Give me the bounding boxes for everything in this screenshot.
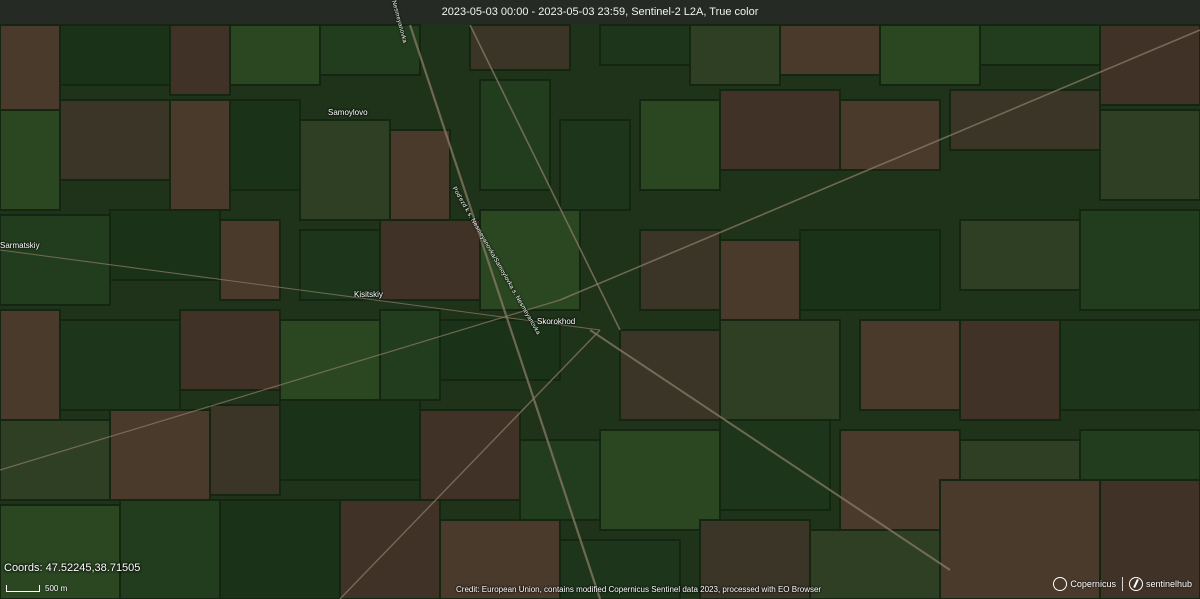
field-parcel bbox=[379, 219, 481, 301]
field-parcel bbox=[959, 319, 1061, 421]
field-parcel bbox=[1099, 109, 1200, 201]
field-parcel bbox=[719, 319, 841, 421]
coords-label: Coords: bbox=[4, 562, 43, 574]
field-parcel bbox=[119, 499, 221, 599]
field-parcel bbox=[319, 24, 421, 76]
field-parcel bbox=[799, 229, 941, 311]
field-parcel bbox=[809, 529, 941, 599]
scale-label: 500 m bbox=[45, 583, 68, 593]
copernicus-icon bbox=[1053, 577, 1068, 591]
field-parcel bbox=[389, 129, 451, 221]
field-parcel bbox=[719, 89, 841, 171]
field-parcel bbox=[599, 24, 691, 66]
field-parcel bbox=[469, 24, 571, 71]
field-parcel bbox=[109, 209, 221, 281]
field-parcel bbox=[379, 309, 441, 401]
field-parcel bbox=[599, 429, 721, 531]
sentinelhub-logo-text: sentinelhub bbox=[1145, 579, 1192, 589]
map-viewport[interactable]: 2023-05-03 00:00 - 2023-05-03 23:59, Sen… bbox=[0, 0, 1200, 599]
satellite-image[interactable] bbox=[0, 0, 1200, 599]
field-parcel bbox=[419, 409, 521, 501]
copernicus-logo[interactable]: Copernicus bbox=[1053, 577, 1116, 591]
field-parcel bbox=[779, 24, 881, 76]
field-parcel bbox=[179, 309, 281, 391]
sentinelhub-logo[interactable]: sentinelhub bbox=[1128, 577, 1192, 591]
field-parcel bbox=[689, 24, 781, 86]
field-parcel bbox=[559, 119, 631, 211]
coords-readout: Coords: 47.52245,38.71505 bbox=[4, 562, 140, 574]
field-parcel bbox=[229, 99, 301, 191]
field-parcel bbox=[0, 309, 61, 421]
place-label-sarmatskiy: Sarmatskiy bbox=[0, 241, 40, 250]
scale-bar-graphic bbox=[6, 584, 40, 592]
field-parcel bbox=[0, 419, 111, 501]
field-parcel bbox=[839, 99, 941, 171]
imagery-title: 2023-05-03 00:00 - 2023-05-03 23:59, Sen… bbox=[0, 0, 1200, 24]
place-label-kisitskiy: Kisitskiy bbox=[354, 290, 383, 299]
field-parcel bbox=[949, 89, 1101, 151]
field-parcel bbox=[639, 229, 721, 311]
field-parcel bbox=[479, 79, 551, 191]
field-parcel bbox=[719, 239, 801, 331]
field-parcel bbox=[59, 24, 171, 86]
sentinelhub-icon bbox=[1128, 577, 1143, 591]
field-parcel bbox=[439, 319, 561, 381]
field-parcel bbox=[209, 404, 281, 496]
field-parcel bbox=[0, 24, 61, 111]
copernicus-logo-text: Copernicus bbox=[1070, 579, 1116, 589]
field-parcel bbox=[229, 24, 321, 86]
logo-divider bbox=[1121, 577, 1123, 591]
field-parcel bbox=[0, 214, 111, 306]
field-parcel bbox=[299, 119, 391, 221]
field-parcel bbox=[169, 99, 231, 211]
credit-text: Credit: European Union, contains modifie… bbox=[456, 585, 822, 594]
field-parcel bbox=[59, 99, 171, 181]
place-label-skorokhod: Skorokhod bbox=[537, 317, 576, 326]
coords-value: 47.52245,38.71505 bbox=[45, 562, 141, 574]
field-parcel bbox=[1059, 319, 1200, 411]
field-parcel bbox=[279, 399, 421, 481]
field-parcel bbox=[109, 409, 211, 501]
field-parcel bbox=[859, 319, 961, 411]
field-parcel bbox=[219, 499, 341, 599]
field-parcel bbox=[1079, 209, 1200, 311]
field-parcel bbox=[169, 24, 231, 96]
field-parcel bbox=[719, 419, 831, 511]
field-parcel bbox=[959, 219, 1081, 291]
field-parcel bbox=[0, 109, 61, 211]
provider-logos: Copernicus sentinelhub bbox=[1053, 577, 1192, 591]
scale-bar: 500 m bbox=[6, 581, 67, 595]
field-parcel bbox=[219, 219, 281, 301]
field-parcel bbox=[279, 319, 381, 401]
place-label-samoylovo: Samoylovo bbox=[328, 108, 368, 117]
field-parcel bbox=[59, 319, 181, 411]
field-parcel bbox=[879, 24, 981, 86]
field-parcel bbox=[639, 99, 721, 191]
field-parcel bbox=[979, 24, 1101, 66]
